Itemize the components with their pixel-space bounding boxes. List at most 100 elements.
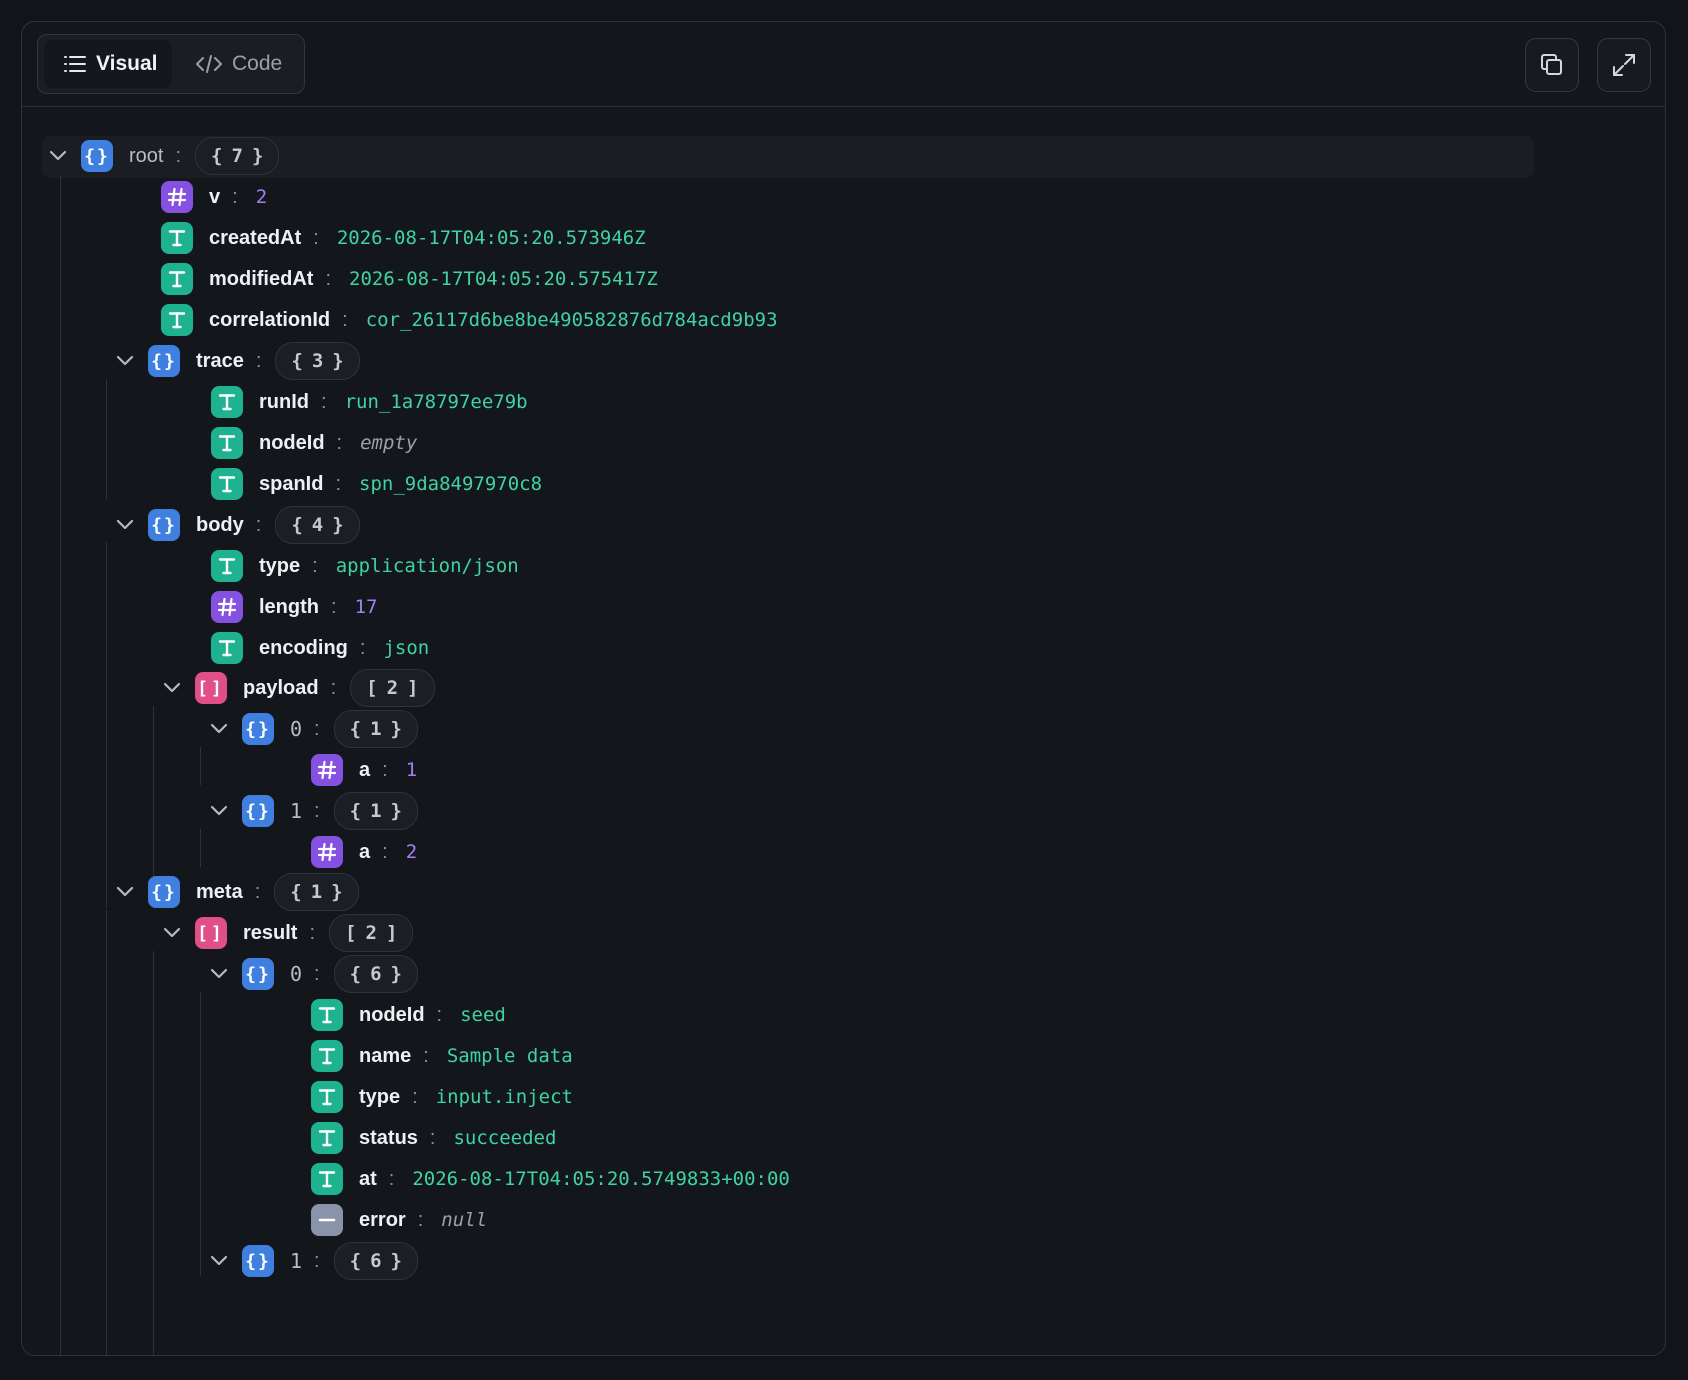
- tab-code-label: Code: [232, 52, 283, 75]
- string-value: json: [383, 637, 430, 659]
- colon: :: [417, 1208, 424, 1231]
- node-key: correlationId: [209, 308, 331, 331]
- object-type-icon: {}: [242, 795, 274, 827]
- object-type-icon: {}: [148, 876, 180, 908]
- tree-node-payload-0[interactable]: {} 0 : {1}: [207, 709, 418, 749]
- tree-node-correlationId[interactable]: correlationId : cor_26117d6be8be49058287…: [161, 300, 778, 340]
- tree-node-encoding[interactable]: encoding : json: [211, 628, 429, 668]
- string-value: 2026-08-17T04:05:20.575417Z: [349, 268, 658, 290]
- code-icon: [196, 55, 222, 73]
- chevron-down-icon[interactable]: [46, 144, 70, 168]
- child-count-badge: [2]: [350, 669, 435, 707]
- colon: :: [255, 349, 262, 372]
- chevron-down-icon[interactable]: [207, 1249, 231, 1273]
- text-type-icon: [211, 427, 243, 459]
- tree-node-v[interactable]: v : 2: [161, 177, 267, 217]
- node-key: error: [359, 1208, 406, 1231]
- node-key: v: [209, 185, 221, 208]
- tree-node-at[interactable]: at : 2026-08-17T04:05:20.5749833+00:00: [311, 1159, 790, 1199]
- tree-node-name[interactable]: name : Sample data: [311, 1036, 573, 1076]
- node-key: spanId: [259, 472, 324, 495]
- tree-node-payload[interactable]: [] payload : [2]: [160, 668, 435, 708]
- tree-node-type[interactable]: type : application/json: [211, 546, 519, 586]
- array-type-icon: []: [195, 917, 227, 949]
- tree-node-result-0[interactable]: {} 0 : {6}: [207, 954, 418, 994]
- child-count-badge: [2]: [329, 914, 414, 952]
- node-key: nodeId: [359, 1003, 425, 1026]
- json-viewer-panel: Visual Code {} root: {7} v: 2 create…: [21, 21, 1666, 1356]
- indent-guide: [106, 542, 107, 908]
- node-key: a: [359, 758, 371, 781]
- copy-button[interactable]: [1525, 38, 1579, 92]
- tree-node-a[interactable]: a : 2: [311, 832, 417, 872]
- colon: :: [436, 1003, 443, 1026]
- node-key: meta: [196, 880, 243, 903]
- tree-node-root[interactable]: {} root : {7}: [46, 136, 280, 176]
- tree-node-meta[interactable]: {} meta : {1}: [113, 872, 359, 912]
- tree-node-trace[interactable]: {} trace : {3}: [113, 341, 360, 381]
- tree-node-length[interactable]: length : 17: [211, 587, 377, 627]
- chevron-down-icon[interactable]: [113, 880, 137, 904]
- chevron-down-icon[interactable]: [160, 921, 184, 945]
- tree-node-modifiedAt[interactable]: modifiedAt : 2026-08-17T04:05:20.575417Z: [161, 259, 658, 299]
- indent-guide: [200, 829, 201, 867]
- tree-node-a[interactable]: a : 1: [311, 750, 417, 790]
- node-key: at: [359, 1167, 377, 1190]
- text-type-icon: [311, 1163, 343, 1195]
- chevron-down-icon[interactable]: [207, 962, 231, 986]
- tree-node-spanId[interactable]: spanId : spn_9da8497970c8: [211, 464, 542, 504]
- child-count-badge: {4}: [275, 506, 360, 544]
- tree-node-nodeId[interactable]: nodeId : empty: [211, 423, 417, 463]
- colon: :: [254, 880, 261, 903]
- tree-node-body[interactable]: {} body : {4}: [113, 505, 360, 545]
- object-type-icon: {}: [242, 713, 274, 745]
- node-key: runId: [259, 390, 309, 413]
- colon: :: [325, 267, 331, 290]
- chevron-down-icon[interactable]: [207, 799, 231, 823]
- copy-icon: [1541, 54, 1562, 75]
- chevron-down-icon[interactable]: [160, 676, 184, 700]
- string-value: application/json: [335, 555, 519, 577]
- colon: :: [359, 636, 366, 659]
- tree-node-error[interactable]: error : null: [311, 1200, 487, 1240]
- chevron-down-icon[interactable]: [113, 513, 137, 537]
- object-type-icon: {}: [148, 345, 180, 377]
- expand-button[interactable]: [1597, 38, 1651, 92]
- colon: :: [255, 513, 262, 536]
- tree-node-type[interactable]: type : input.inject: [311, 1077, 573, 1117]
- colon: :: [382, 840, 388, 863]
- colon: :: [313, 226, 319, 249]
- chevron-down-icon[interactable]: [207, 717, 231, 741]
- string-value: input.inject: [435, 1086, 573, 1108]
- colon: :: [314, 717, 320, 740]
- node-key: payload: [243, 676, 319, 699]
- tree-node-payload-1[interactable]: {} 1 : {1}: [207, 791, 418, 831]
- node-key: trace: [196, 349, 244, 372]
- chevron-down-icon[interactable]: [113, 349, 137, 373]
- tree-node-status[interactable]: status : succeeded: [311, 1118, 556, 1158]
- colon: :: [423, 1044, 429, 1067]
- node-index: 1: [290, 799, 303, 823]
- child-count-badge: {1}: [333, 792, 418, 830]
- number-value: 2: [405, 841, 418, 863]
- object-type-icon: {}: [242, 1245, 274, 1277]
- tree-node-nodeId[interactable]: nodeId : seed: [311, 995, 506, 1035]
- tree-node-result[interactable]: [] result : [2]: [160, 913, 414, 953]
- node-index: 0: [290, 717, 303, 741]
- text-type-icon: [211, 386, 243, 418]
- text-type-icon: [211, 632, 243, 664]
- tree-node-createdAt[interactable]: createdAt : 2026-08-17T04:05:20.573946Z: [161, 218, 646, 258]
- colon: :: [314, 1249, 320, 1272]
- tab-code[interactable]: Code: [188, 40, 298, 88]
- node-key: status: [359, 1126, 418, 1149]
- tree-node-result-1[interactable]: {} 1 : {6}: [207, 1241, 418, 1281]
- object-type-icon: {}: [148, 509, 180, 541]
- tab-visual[interactable]: Visual: [44, 40, 172, 88]
- colon: :: [331, 595, 337, 618]
- empty-value: empty: [360, 432, 418, 454]
- colon: :: [336, 431, 343, 454]
- tree-node-runId[interactable]: runId : run_1a78797ee79b: [211, 382, 528, 422]
- colon: :: [312, 554, 318, 577]
- json-tree: {} root : {7} v : 2 createdAt : 2026-08-…: [22, 106, 1665, 1355]
- indent-guide: [153, 951, 154, 1355]
